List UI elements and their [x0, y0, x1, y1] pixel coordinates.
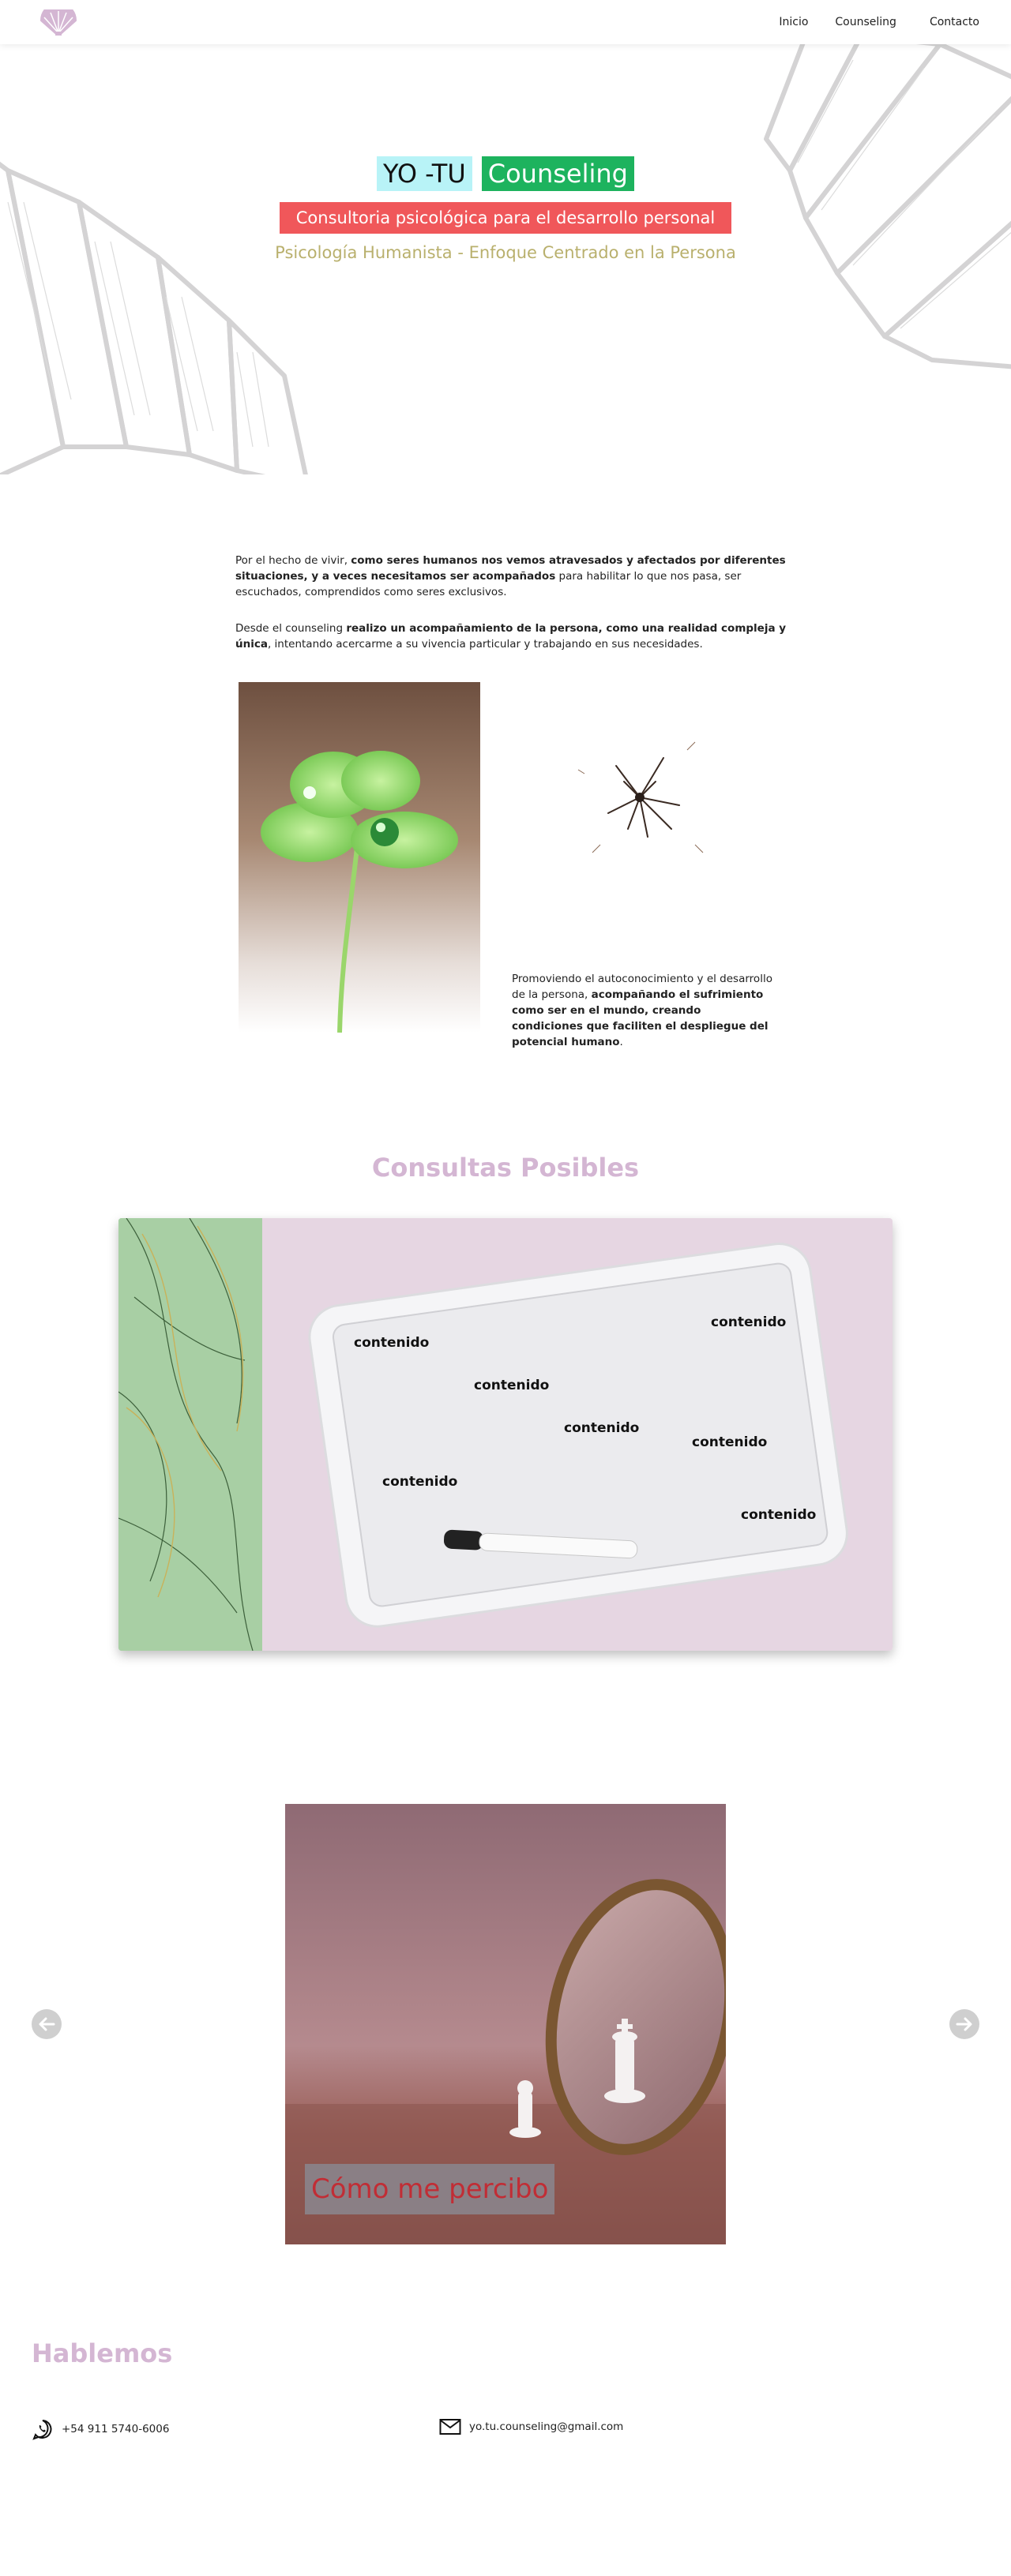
- slide-caption: Cómo me percibo: [305, 2164, 555, 2214]
- intro-paragraph-1: Por el hecho de vivir, como seres humano…: [235, 553, 788, 600]
- hero-tagline: Psicología Humanista - Enfoque Centrado …: [275, 243, 736, 262]
- intro-p1-text: Por el hecho de vivir,: [235, 554, 351, 567]
- consulta-item: contenido: [692, 1434, 768, 1450]
- consulta-item: contenido: [382, 1474, 458, 1490]
- mail-icon: [439, 2419, 461, 2435]
- whatsapp-icon: [32, 2420, 52, 2440]
- leaf-pattern-panel: [118, 1218, 262, 1651]
- consulta-item: contenido: [711, 1314, 787, 1330]
- consulta-item: contenido: [741, 1507, 817, 1523]
- carousel-slide[interactable]: Cómo me percibo: [285, 1804, 726, 2244]
- intro-p2-text: Desde el counseling: [235, 622, 347, 635]
- carousel-prev-button[interactable]: [32, 2009, 62, 2039]
- consulta-item: contenido: [564, 1420, 640, 1436]
- fan-decoration-right: [764, 44, 1011, 369]
- title-counseling: Counseling: [481, 156, 634, 191]
- consultas-card: contenido contenido contenido contenido …: [118, 1218, 893, 1651]
- main-nav: Inicio Counseling Contacto: [779, 0, 979, 44]
- nav-link-counseling[interactable]: Counseling: [835, 16, 896, 28]
- contact-email-text: yo.tu.counseling@gmail.com: [469, 2420, 624, 2433]
- site-title: YO -TU Counseling: [0, 156, 1011, 191]
- intro-text: Por el hecho de vivir, como seres humano…: [235, 553, 788, 673]
- hero-subtitle: Consultoria psicológica para el desarrol…: [280, 202, 731, 234]
- fan-logo[interactable]: [38, 9, 79, 36]
- dandelion-image: [577, 741, 704, 853]
- intro-paragraph-2: Desde el counseling realizo un acompañam…: [235, 621, 788, 652]
- whiteboard-panel: contenido contenido contenido contenido …: [262, 1218, 893, 1651]
- contact-phone-text: +54 911 5740-6006: [62, 2423, 170, 2435]
- hero-section: YO -TU Counseling Consultoria psicológic…: [0, 44, 1011, 474]
- contact-email[interactable]: yo.tu.counseling@gmail.com: [439, 2418, 623, 2435]
- consultas-title: Consultas Posibles: [371, 1153, 640, 1183]
- contact-title: Hablemos: [32, 2338, 173, 2368]
- promo-text: Promoviendo el autoconocimiento y el des…: [512, 971, 772, 1050]
- top-navbar: Inicio Counseling Contacto: [0, 0, 1011, 44]
- intro-p2-text-end: , intentando acercarme a su vivencia par…: [267, 638, 703, 651]
- contact-phone[interactable]: +54 911 5740-6006: [32, 2418, 169, 2440]
- title-yo-tu: YO -TU: [377, 156, 472, 191]
- carousel-next-button[interactable]: [949, 2009, 979, 2039]
- consulta-item: contenido: [474, 1378, 550, 1393]
- consulta-item: contenido: [354, 1335, 430, 1351]
- promo-text-end: .: [619, 1036, 623, 1048]
- clover-image: [239, 682, 480, 1033]
- arrow-right-icon: [956, 2017, 972, 2031]
- arrow-left-icon: [39, 2017, 55, 2031]
- nav-link-contacto[interactable]: Contacto: [930, 16, 979, 28]
- nav-link-inicio[interactable]: Inicio: [779, 16, 808, 28]
